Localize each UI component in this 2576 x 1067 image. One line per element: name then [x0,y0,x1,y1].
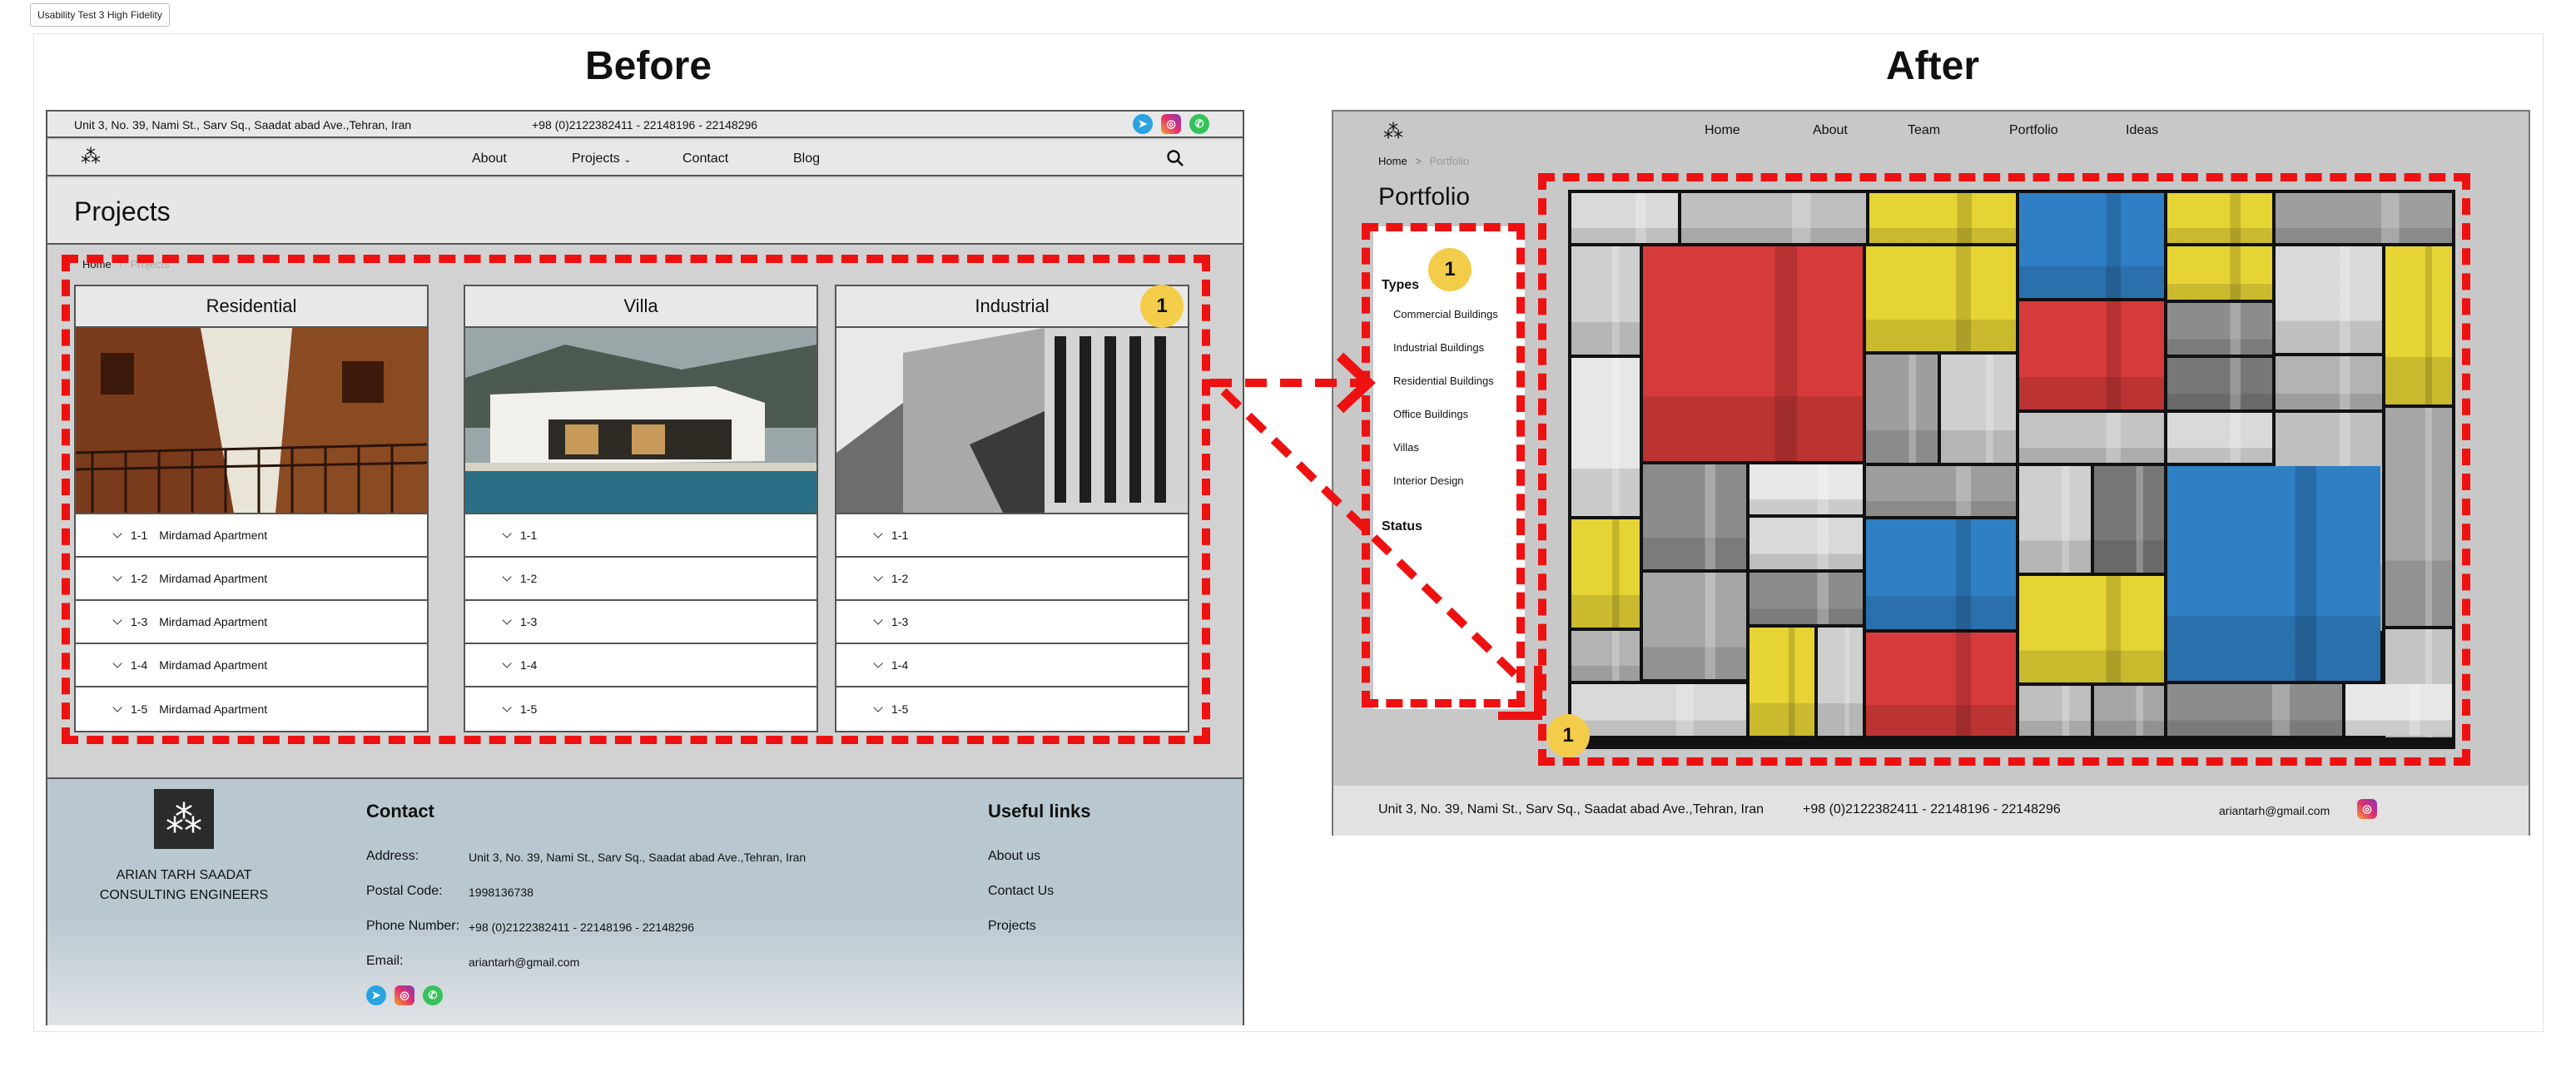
annotation-badge: 1 [1140,285,1184,328]
annotation-badge: 1 [1428,248,1472,291]
annotation-badge: 1 [1546,714,1590,757]
annotation-arrows [1210,352,1542,720]
